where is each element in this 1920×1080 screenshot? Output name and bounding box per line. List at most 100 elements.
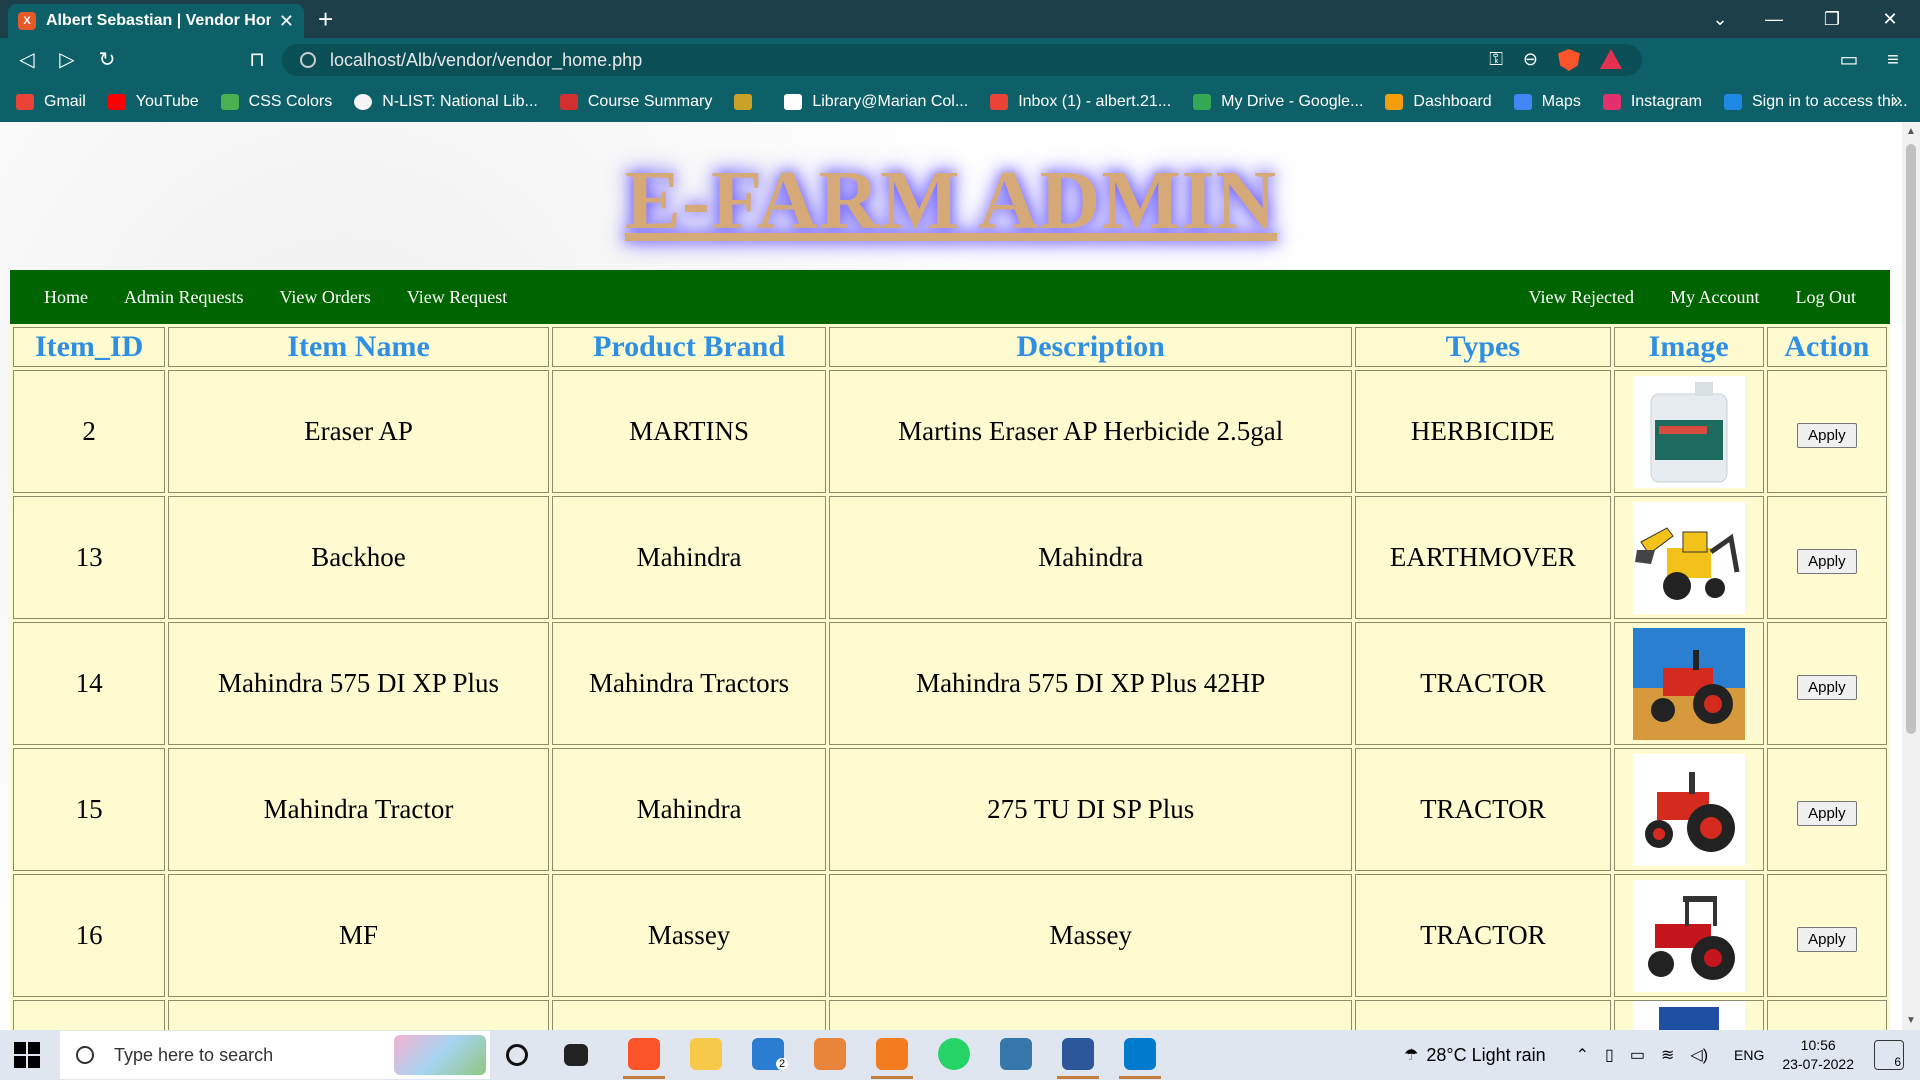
key-icon[interactable]: ⚿ [1489, 49, 1503, 71]
cell-description: Mahindra 575 DI XP Plus 42HP [829, 622, 1353, 745]
zoom-icon[interactable]: ⊖ [1523, 49, 1538, 71]
site-info-icon[interactable] [300, 52, 316, 68]
apply-button[interactable]: Apply [1797, 926, 1857, 952]
notification-center-icon[interactable]: 6 [1874, 1040, 1904, 1070]
bookmarks-bar: Gmail YouTube CSS Colors N-LIST: Nationa… [0, 82, 1920, 122]
windows-start-icon[interactable] [14, 1042, 40, 1068]
bookmark-my-drive[interactable]: My Drive - Google... [1193, 93, 1363, 111]
cell-item-id: 15 [13, 748, 166, 871]
back-icon[interactable]: ◁ [12, 46, 42, 74]
brave-taskbar-icon[interactable] [628, 1038, 660, 1070]
bookmark-youtube[interactable]: YouTube [107, 93, 199, 111]
file-explorer-icon[interactable] [690, 1038, 722, 1070]
cell-action [1766, 1000, 1887, 1030]
bookmark-library[interactable]: Library@Marian Col... [784, 93, 968, 111]
python-icon[interactable] [1000, 1038, 1032, 1070]
close-tab-icon[interactable]: ✕ [279, 11, 294, 32]
address-bar[interactable]: localhost/Alb/vendor/vendor_home.php ⚿ ⊖ [282, 44, 1642, 76]
browser-titlebar: X Albert Sebastian | Vendor Home ✕ + ⌄ —… [0, 0, 1920, 38]
vscode-icon[interactable] [1124, 1038, 1156, 1070]
chevron-up-icon[interactable]: ⌃ [1576, 1045, 1589, 1065]
nav-admin-requests[interactable]: Admin Requests [106, 287, 262, 308]
browser-tab[interactable]: X Albert Sebastian | Vendor Home ✕ [8, 4, 304, 38]
bookmark-instagram[interactable]: Instagram [1602, 93, 1702, 111]
reload-icon[interactable]: ↻ [92, 46, 122, 74]
apply-button[interactable]: Apply [1797, 674, 1857, 700]
minimize-icon[interactable]: — [1754, 4, 1794, 34]
cell-brand: Mahindra Tractors [551, 622, 827, 745]
nav-view-rejected[interactable]: View Rejected [1511, 287, 1652, 308]
table-row: 16 MF Massey Massey TRACTOR Apply [13, 874, 1887, 997]
nav-log-out[interactable]: Log Out [1778, 287, 1875, 308]
taskbar-search[interactable]: Type here to search [60, 1031, 490, 1079]
bookmark-maps[interactable]: Maps [1513, 93, 1581, 111]
bookmark-dashboard[interactable]: Dashboard [1385, 93, 1492, 111]
header-product-brand: Product Brand [551, 327, 827, 367]
sign-in-icon [1723, 94, 1742, 110]
brave-rewards-icon[interactable] [1600, 49, 1622, 69]
bookmark-college[interactable] [734, 94, 762, 110]
bookmark-icon[interactable]: ⊓ [242, 46, 272, 74]
restore-icon[interactable]: ❐ [1812, 4, 1852, 34]
bookmark-label: Instagram [1630, 93, 1702, 110]
bookmark-gmail[interactable]: Gmail [16, 93, 86, 111]
cell-image [1613, 496, 1764, 619]
wifi-icon[interactable]: ≋ [1661, 1045, 1674, 1065]
xampp-icon[interactable] [876, 1038, 908, 1070]
cell-item-name: Eraser AP [168, 370, 549, 493]
cell-action: Apply [1766, 496, 1887, 619]
bookmark-css-colors[interactable]: CSS Colors [220, 93, 333, 111]
cortana-icon[interactable] [506, 1044, 528, 1066]
bookmark-inbox[interactable]: Inbox (1) - albert.21... [990, 93, 1171, 111]
clock-date: 23-07-2022 [1782, 1056, 1854, 1072]
weather-icon[interactable]: ☂ [1404, 1045, 1418, 1065]
cell-brand [551, 1000, 827, 1030]
nav-home[interactable]: Home [26, 287, 106, 308]
table-row: 2 Eraser AP MARTINS Martins Eraser AP He… [13, 370, 1887, 493]
bookmark-label: My Drive - Google... [1221, 93, 1364, 110]
weather-text[interactable]: 28°C Light rain [1426, 1045, 1545, 1066]
url-text: localhost/Alb/vendor/vendor_home.php [330, 49, 643, 70]
nav-view-orders[interactable]: View Orders [262, 287, 389, 308]
nav-my-account[interactable]: My Account [1652, 287, 1778, 308]
scrollbar-thumb[interactable] [1906, 144, 1916, 734]
backhoe-image [1632, 501, 1745, 614]
cell-image [1613, 370, 1764, 493]
battery-icon[interactable]: ▭ [1630, 1045, 1645, 1065]
tab-search-chevron-icon[interactable]: ⌄ [1700, 4, 1740, 34]
bookmark-sign-in[interactable]: Sign in to access thi... [1723, 93, 1908, 111]
brave-shields-icon[interactable] [1558, 49, 1580, 71]
new-tab-icon[interactable]: + [318, 4, 333, 34]
menu-icon[interactable]: ≡ [1878, 46, 1908, 74]
wallet-icon[interactable]: ▭ [1834, 46, 1864, 74]
table-row: 14 Mahindra 575 DI XP Plus Mahindra Trac… [13, 622, 1887, 745]
items-table: Item_ID Item Name Product Brand Descript… [10, 324, 1890, 1030]
bookmark-label: Course Summary [587, 93, 713, 110]
scroll-up-icon[interactable]: ▲ [1906, 126, 1916, 137]
gmail-icon [990, 94, 1009, 110]
bookmark-label: Gmail [44, 93, 86, 110]
bookmark-label: CSS Colors [248, 93, 333, 110]
clock[interactable]: 10:56 23-07-2022 [1782, 1036, 1854, 1074]
task-view-icon[interactable] [564, 1044, 588, 1066]
apply-button[interactable]: Apply [1797, 800, 1857, 826]
language-indicator[interactable]: ENG [1734, 1047, 1764, 1063]
device-icon[interactable]: ▯ [1605, 1045, 1614, 1065]
bookmark-course-summary[interactable]: Course Summary [559, 93, 713, 111]
word-icon[interactable] [1062, 1038, 1094, 1070]
more-bookmarks-icon[interactable]: » [1892, 90, 1902, 111]
blender-icon[interactable] [814, 1038, 846, 1070]
red-tractor-field-image [1632, 627, 1745, 740]
page-scrollbar[interactable]: ▲ ▼ [1902, 122, 1920, 1030]
nav-view-request[interactable]: View Request [389, 287, 525, 308]
apply-button[interactable]: Apply [1797, 548, 1857, 574]
forward-icon[interactable]: ▷ [52, 46, 82, 74]
cell-item-id [13, 1000, 166, 1030]
scroll-down-icon[interactable]: ▼ [1906, 1015, 1916, 1026]
close-window-icon[interactable]: ✕ [1870, 4, 1910, 34]
whatsapp-icon[interactable] [938, 1038, 970, 1070]
volume-icon[interactable]: ◁) [1690, 1045, 1708, 1065]
apply-button[interactable]: Apply [1797, 422, 1857, 448]
cell-action: Apply [1766, 874, 1887, 997]
bookmark-nlist[interactable]: N-LIST: National Lib... [354, 93, 538, 111]
